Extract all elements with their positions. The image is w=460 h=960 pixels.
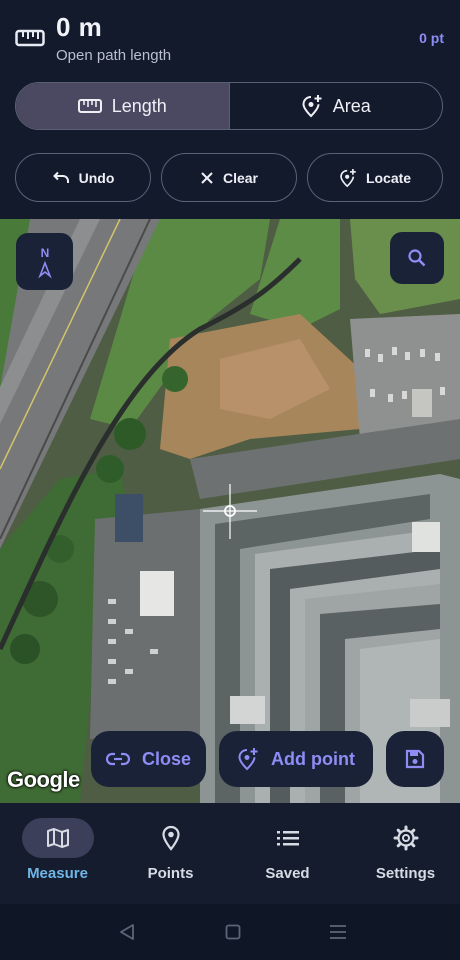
nav-measure-label: Measure: [27, 865, 88, 882]
compass-button[interactable]: N: [16, 233, 73, 290]
distance-subtitle: Open path length: [56, 47, 172, 64]
nav-settings[interactable]: Settings: [348, 803, 460, 904]
clear-label: Clear: [222, 169, 259, 186]
save-button[interactable]: [386, 731, 444, 787]
ruler-icon: [15, 29, 45, 47]
nav-settings-label: Settings: [375, 865, 436, 882]
ruler-icon: [77, 99, 102, 113]
search-button[interactable]: [390, 232, 444, 284]
area-mode-button[interactable]: Area: [228, 83, 443, 129]
add-point-label: Add point: [271, 748, 355, 769]
undo-button[interactable]: Undo: [15, 153, 151, 202]
nav-points-label: Points: [147, 865, 194, 882]
satellite-imagery: [0, 219, 460, 803]
location-pin-icon: [135, 818, 207, 858]
length-mode-button[interactable]: Length: [16, 83, 229, 129]
undo-label: Undo: [78, 169, 115, 186]
close-path-label: Close: [141, 748, 192, 769]
map-icon: [21, 818, 94, 858]
link-icon: [105, 752, 130, 766]
recents-icon[interactable]: [329, 924, 347, 940]
top-bar: 0 m Open path length 0 pt Length Area Un…: [0, 0, 460, 219]
length-mode-label: Length: [111, 95, 167, 116]
google-attribution: Google: [7, 767, 80, 792]
close-path-button[interactable]: Close: [91, 731, 206, 787]
add-point-button[interactable]: Add point: [219, 731, 373, 787]
nav-saved-label: Saved: [265, 865, 310, 882]
area-mode-label: Area: [332, 95, 371, 116]
compass-icon: N: [37, 246, 52, 278]
home-icon[interactable]: [225, 924, 241, 940]
mode-toggle: Length Area: [15, 82, 443, 130]
point-count: 0 pt: [419, 30, 444, 46]
save-icon: [405, 749, 425, 769]
close-icon: [201, 171, 213, 184]
nav-measure[interactable]: Measure: [0, 803, 115, 904]
bottom-navigation: Measure Points Saved Settings: [0, 803, 460, 904]
nav-saved[interactable]: Saved: [230, 803, 345, 904]
undo-icon: [52, 171, 69, 183]
distance-value: 0 m: [56, 12, 103, 42]
compass-north-label: N: [40, 246, 49, 260]
back-icon[interactable]: [119, 923, 135, 941]
add-location-icon: [302, 95, 322, 118]
clear-button[interactable]: Clear: [161, 153, 297, 202]
add-location-icon: [340, 168, 356, 187]
satellite-map[interactable]: N Google: [0, 219, 460, 803]
search-icon: [408, 249, 426, 267]
system-navigation-bar: [0, 904, 460, 960]
add-location-icon: [238, 748, 258, 771]
locate-button[interactable]: Locate: [307, 153, 443, 202]
gear-icon: [370, 818, 442, 858]
locate-label: Locate: [365, 169, 412, 186]
list-icon: [252, 818, 324, 858]
nav-points[interactable]: Points: [113, 803, 228, 904]
